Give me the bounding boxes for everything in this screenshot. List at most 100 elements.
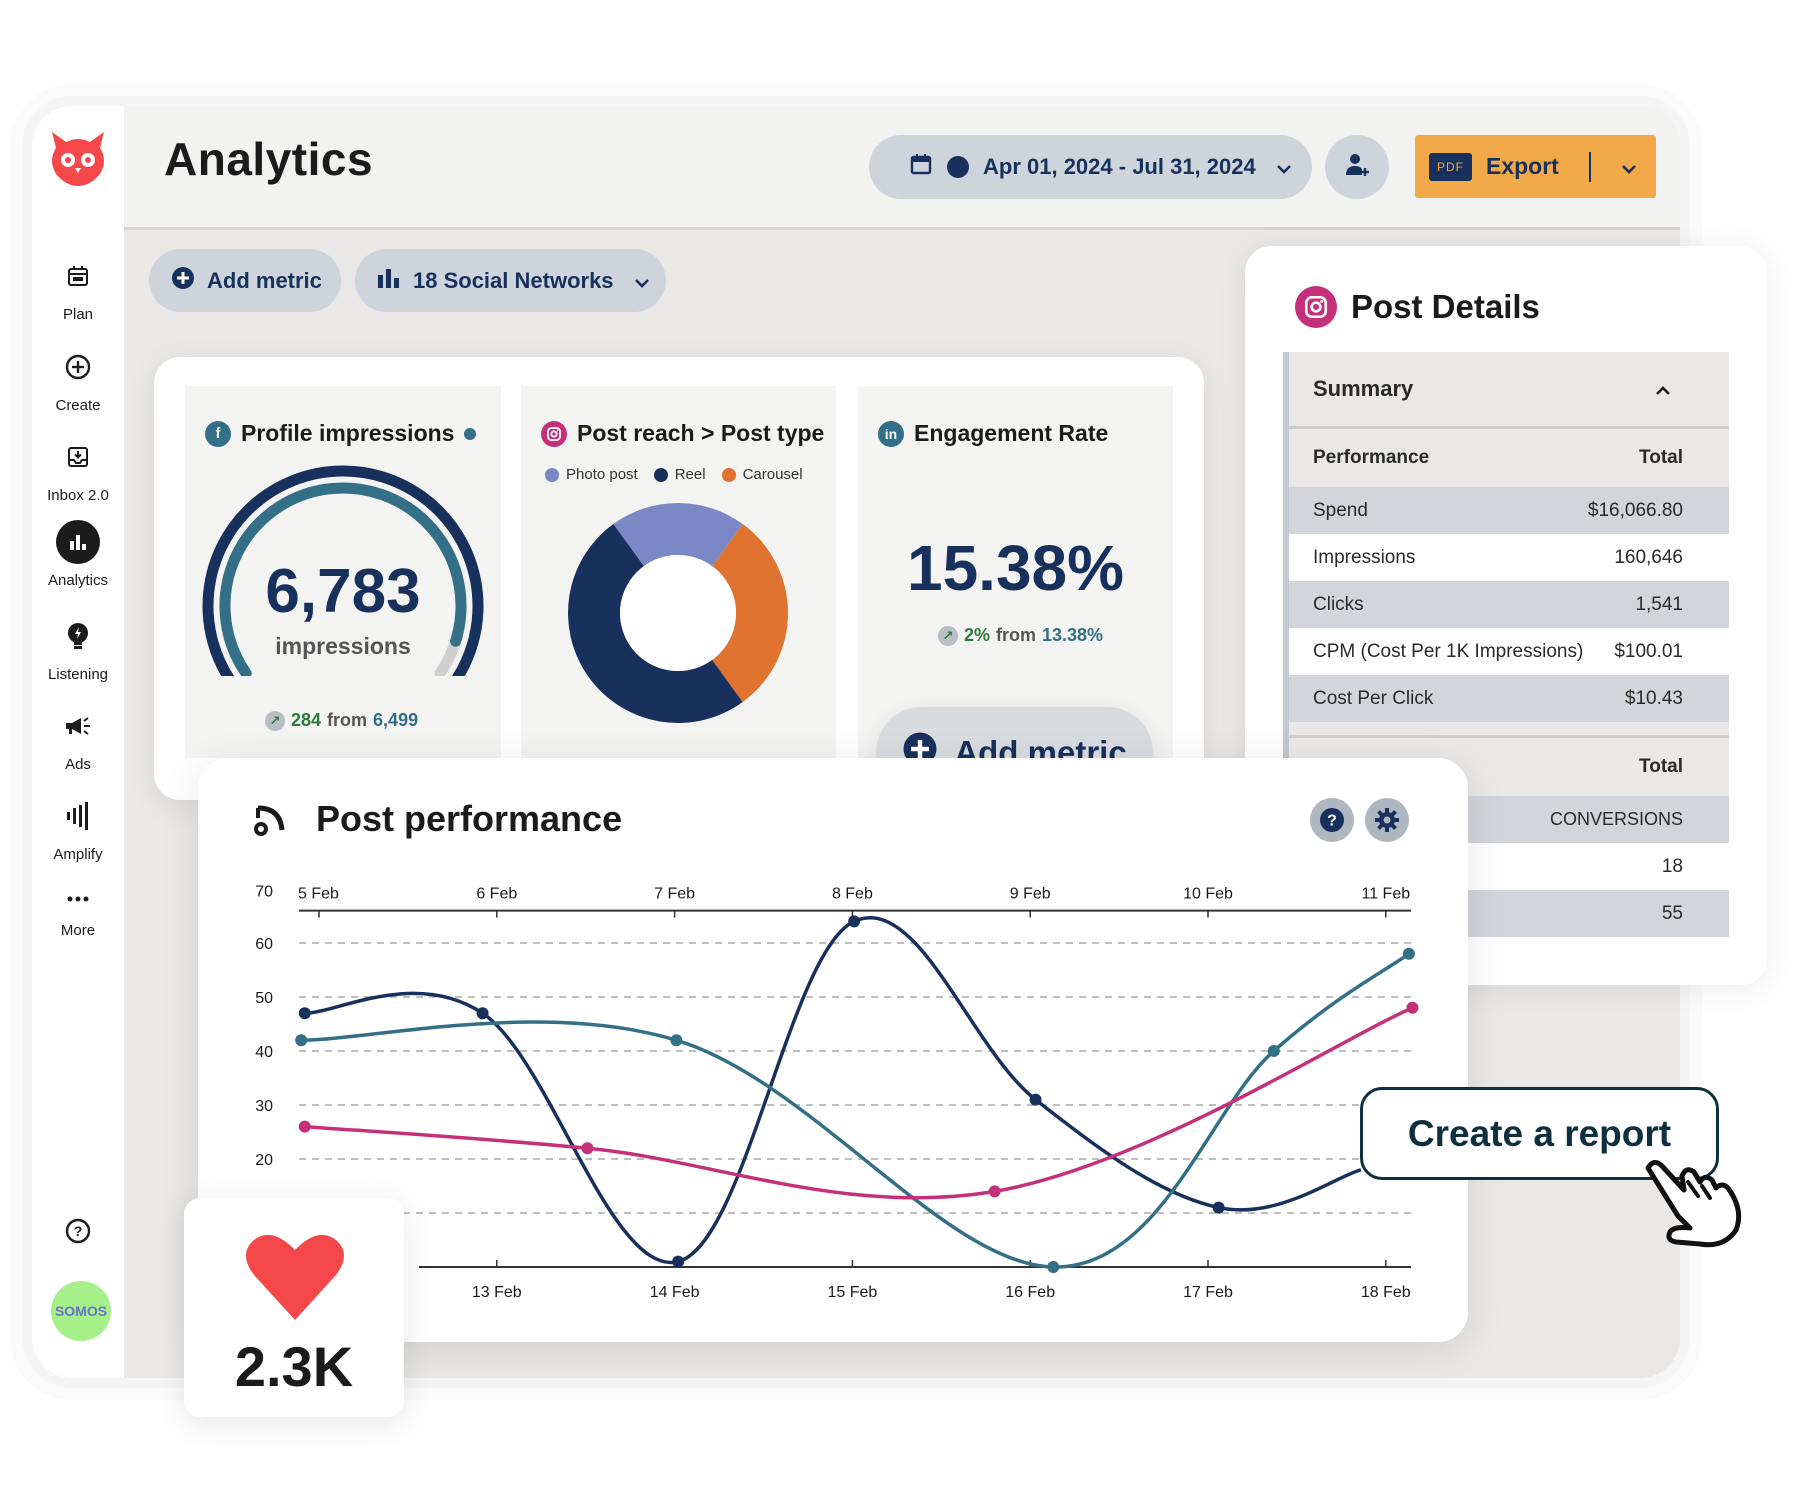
calendar-icon bbox=[56, 254, 100, 298]
sidebar-item-listening[interactable]: Listening bbox=[32, 614, 124, 683]
export-button[interactable]: PDF Export bbox=[1415, 135, 1656, 198]
sidebar-item-inbox[interactable]: Inbox 2.0 bbox=[32, 435, 124, 504]
trend-up-icon: ↗ bbox=[938, 625, 958, 646]
x-tick-label: 5 Feb bbox=[298, 886, 339, 903]
x-tick-label: 10 Feb bbox=[1183, 886, 1233, 903]
page-title: Analytics bbox=[164, 133, 374, 185]
x-tick-label: 15 Feb bbox=[827, 1284, 877, 1301]
data-point bbox=[295, 1034, 308, 1047]
series-line-1 bbox=[304, 916, 1362, 1265]
engagement-delta: ↗ 2% from 13.38% bbox=[938, 625, 1103, 646]
card-title: f Profile impressions bbox=[205, 420, 477, 447]
linkedin-icon: in bbox=[878, 420, 904, 447]
engagement-value: 15.38% bbox=[906, 532, 1125, 604]
donut-hole bbox=[620, 555, 736, 671]
table-row: CPM (Cost Per 1K Impressions) $100.01 bbox=[1289, 628, 1729, 675]
date-range-picker[interactable]: Apr 01, 2024 - Jul 31, 2024 bbox=[869, 135, 1312, 199]
sidebar-item-amplify[interactable]: Amplify bbox=[32, 794, 124, 863]
delta-from: from bbox=[327, 710, 368, 730]
card-title-text: Post reach > Post type bbox=[577, 420, 825, 446]
post-reach-card[interactable]: Post reach > Post type Photo post Reel C… bbox=[521, 386, 836, 758]
sidebar-item-label: Create bbox=[55, 397, 101, 414]
social-networks-dropdown[interactable]: 18 Social Networks bbox=[355, 249, 666, 312]
facebook-icon: f bbox=[205, 420, 231, 447]
sidebar-item-label: Ads bbox=[65, 756, 91, 773]
table-row: Clicks 1,541 bbox=[1289, 581, 1729, 628]
card-title-text: Engagement Rate bbox=[914, 420, 1109, 446]
table-row: Impressions 160,646 bbox=[1289, 534, 1729, 581]
table-row: Spend $16,066.80 bbox=[1289, 487, 1729, 534]
data-point bbox=[581, 1142, 594, 1155]
plus-circle-icon bbox=[171, 266, 195, 296]
x-tick-label: 9 Feb bbox=[1010, 886, 1051, 903]
likes-card: 2.3K bbox=[184, 1198, 404, 1417]
sidebar-item-plan[interactable]: Plan bbox=[32, 254, 124, 323]
data-point bbox=[1402, 947, 1415, 960]
table-header: Performance Total bbox=[1289, 429, 1729, 487]
chevron-down-icon[interactable] bbox=[1621, 153, 1637, 180]
instagram-icon bbox=[541, 420, 567, 447]
pointer-hand-icon bbox=[1640, 1150, 1750, 1255]
x-tick-label: 18 Feb bbox=[1361, 1284, 1411, 1301]
table-row: Cost Per Click $10.43 bbox=[1289, 675, 1729, 722]
data-point bbox=[670, 1034, 683, 1047]
divider bbox=[1588, 151, 1591, 182]
avatar[interactable]: SOMOS bbox=[51, 1281, 111, 1341]
sidebar-item-label: Inbox 2.0 bbox=[47, 487, 109, 504]
data-point bbox=[298, 1120, 311, 1133]
owl-logo[interactable] bbox=[46, 126, 110, 195]
impressions-unit: impressions bbox=[275, 633, 411, 659]
summary-label: Summary bbox=[1313, 376, 1414, 401]
help-icon[interactable]: ? bbox=[65, 1218, 91, 1249]
y-tick-label: 40 bbox=[255, 1044, 273, 1061]
legend-item: Carousel bbox=[721, 466, 803, 483]
x-tick-label: 6 Feb bbox=[476, 886, 517, 903]
sidebar-item-label: Listening bbox=[47, 666, 109, 683]
sidebar-item-analytics[interactable]: Analytics bbox=[32, 520, 124, 589]
legend-item: Photo post bbox=[545, 466, 638, 483]
impressions-value: 6,783 bbox=[265, 557, 421, 626]
delta-value: 2% bbox=[964, 625, 991, 645]
add-metric-button[interactable]: Add metric bbox=[149, 249, 341, 312]
sidebar-item-ads[interactable]: Ads bbox=[32, 704, 124, 773]
profile-impressions-card[interactable]: f Profile impressions 6,783 impressions … bbox=[185, 386, 501, 758]
trend-up-icon: ↗ bbox=[265, 710, 285, 731]
card-title: Post reach > Post type bbox=[541, 420, 824, 447]
date-range-label: Apr 01, 2024 - Jul 31, 2024 bbox=[983, 154, 1256, 179]
x-tick-label: 13 Feb bbox=[472, 1284, 522, 1301]
data-point bbox=[1406, 1001, 1419, 1014]
add-user-button[interactable] bbox=[1325, 135, 1389, 199]
chevron-up-icon bbox=[1655, 376, 1671, 402]
export-label: Export bbox=[1486, 153, 1559, 179]
chevron-down-icon bbox=[1276, 154, 1292, 180]
chevron-down-icon bbox=[634, 268, 650, 294]
y-tick-label: 70 bbox=[255, 884, 273, 901]
series-line-2 bbox=[301, 952, 1410, 1269]
data-point bbox=[848, 915, 861, 928]
bar-chart-icon bbox=[377, 267, 401, 295]
heart-icon bbox=[244, 1230, 346, 1327]
more-icon bbox=[56, 884, 100, 914]
sidebar: Plan Create Inbox 2.0 Analytics Listenin… bbox=[32, 106, 124, 1378]
sidebar-item-create[interactable]: Create bbox=[32, 345, 124, 414]
status-dot bbox=[464, 427, 477, 440]
chart-legend: Photo post Reel Carousel bbox=[545, 466, 803, 483]
summary-toggle[interactable]: Summary bbox=[1289, 352, 1729, 429]
status-dot bbox=[947, 156, 969, 178]
sidebar-item-label: Analytics bbox=[47, 572, 109, 589]
sidebar-item-label: Amplify bbox=[53, 846, 103, 863]
series-line-3 bbox=[304, 1006, 1414, 1200]
engagement-rate-card[interactable]: in Engagement Rate 15.38% ↗ 2% from 13.3… bbox=[858, 386, 1173, 758]
add-metric-label: Add metric bbox=[207, 267, 322, 293]
y-tick-label: 30 bbox=[255, 1098, 273, 1115]
sidebar-item-more[interactable]: More bbox=[32, 884, 124, 939]
likes-value: 2.3K bbox=[234, 1335, 354, 1398]
y-tick-label: 50 bbox=[255, 990, 273, 1007]
x-tick-label: 11 Feb bbox=[1361, 886, 1410, 903]
legend-item: Reel bbox=[653, 466, 706, 483]
data-point bbox=[1029, 1093, 1042, 1106]
x-tick-label: 16 Feb bbox=[1005, 1284, 1055, 1301]
delta-previous: 6,499 bbox=[373, 710, 419, 730]
calendar-icon bbox=[909, 152, 933, 182]
delta-previous: 13.38% bbox=[1042, 625, 1104, 645]
